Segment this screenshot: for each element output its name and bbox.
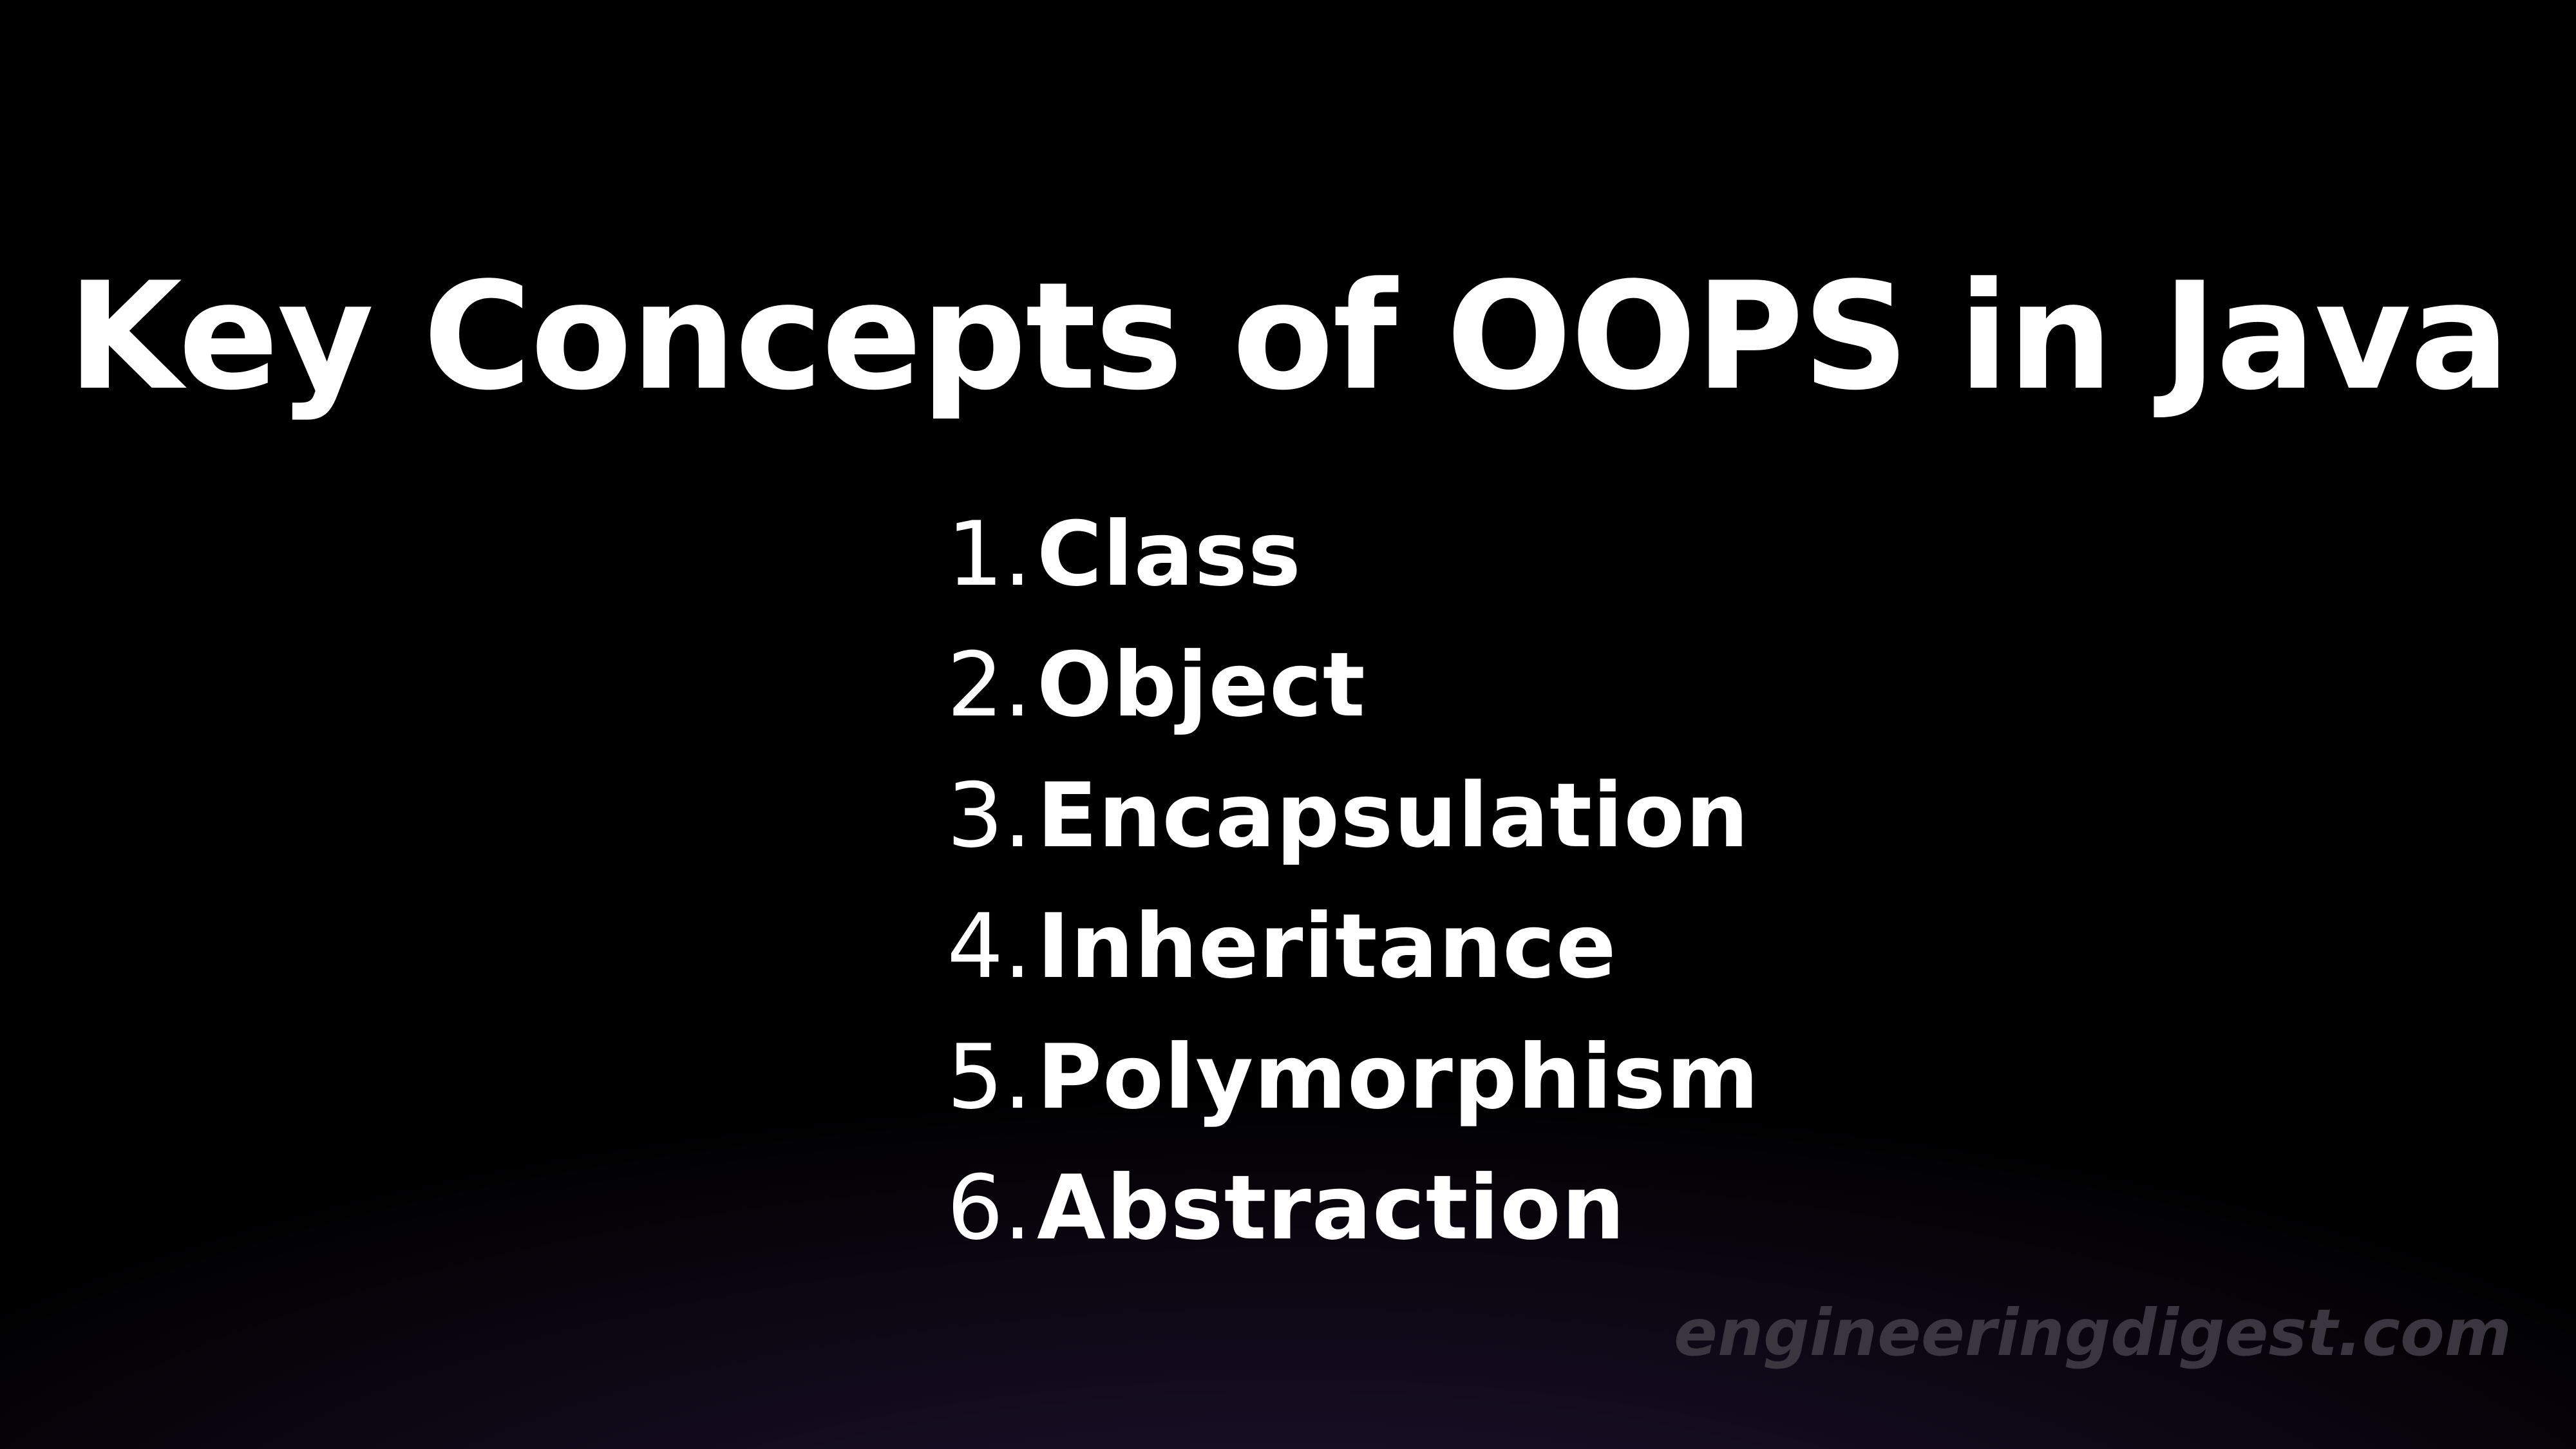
list-item-label: Inheritance: [1037, 895, 1617, 998]
list-item: 6. Abstraction: [940, 1156, 1842, 1287]
list-item-number: 2.: [947, 633, 1032, 737]
concept-list: 1. Class 2. Object 3. Encapsulation 4. I…: [940, 502, 1842, 1287]
slide: Key Concepts of OOPS in Java 1. Class 2.…: [0, 0, 2576, 1449]
list-item-label: Encapsulation: [1037, 764, 1750, 867]
list-item: 2. Object: [940, 633, 1842, 764]
watermark: engineeringdigest.com: [1674, 1295, 2512, 1370]
list-item-number: 6.: [947, 1156, 1032, 1260]
list-item-number: 3.: [947, 764, 1032, 867]
list-item-number: 5.: [947, 1025, 1032, 1129]
list-item-label: Abstraction: [1037, 1156, 1625, 1260]
slide-title: Key Concepts of OOPS in Java: [67, 251, 2510, 424]
list-item-label: Class: [1037, 502, 1302, 606]
list-item: 1. Class: [940, 502, 1842, 633]
list-item-label: Polymorphism: [1037, 1025, 1760, 1129]
list-item: 3. Encapsulation: [940, 764, 1842, 895]
list-item-number: 4.: [947, 895, 1032, 998]
list-item: 4. Inheritance: [940, 895, 1842, 1025]
list-item-number: 1.: [947, 502, 1032, 606]
list-item: 5. Polymorphism: [940, 1025, 1842, 1156]
list-item-label: Object: [1037, 633, 1366, 737]
